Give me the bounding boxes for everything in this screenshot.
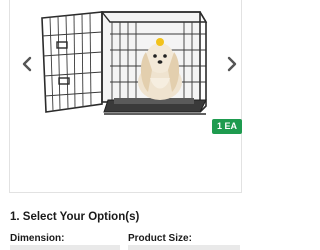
next-image-button[interactable] xyxy=(224,56,240,72)
chevron-right-icon xyxy=(227,56,237,72)
dimension-select[interactable] xyxy=(10,245,120,250)
dimension-label: Dimension: xyxy=(10,233,65,244)
product-size-label: Product Size: xyxy=(128,233,192,244)
quantity-badge: 1 EA xyxy=(212,119,242,134)
product-image xyxy=(41,11,208,115)
section-title: 1. Select Your Option(s) xyxy=(10,211,140,223)
product-size-select[interactable] xyxy=(128,245,240,250)
product-image-gallery: 1 EA xyxy=(9,0,242,193)
